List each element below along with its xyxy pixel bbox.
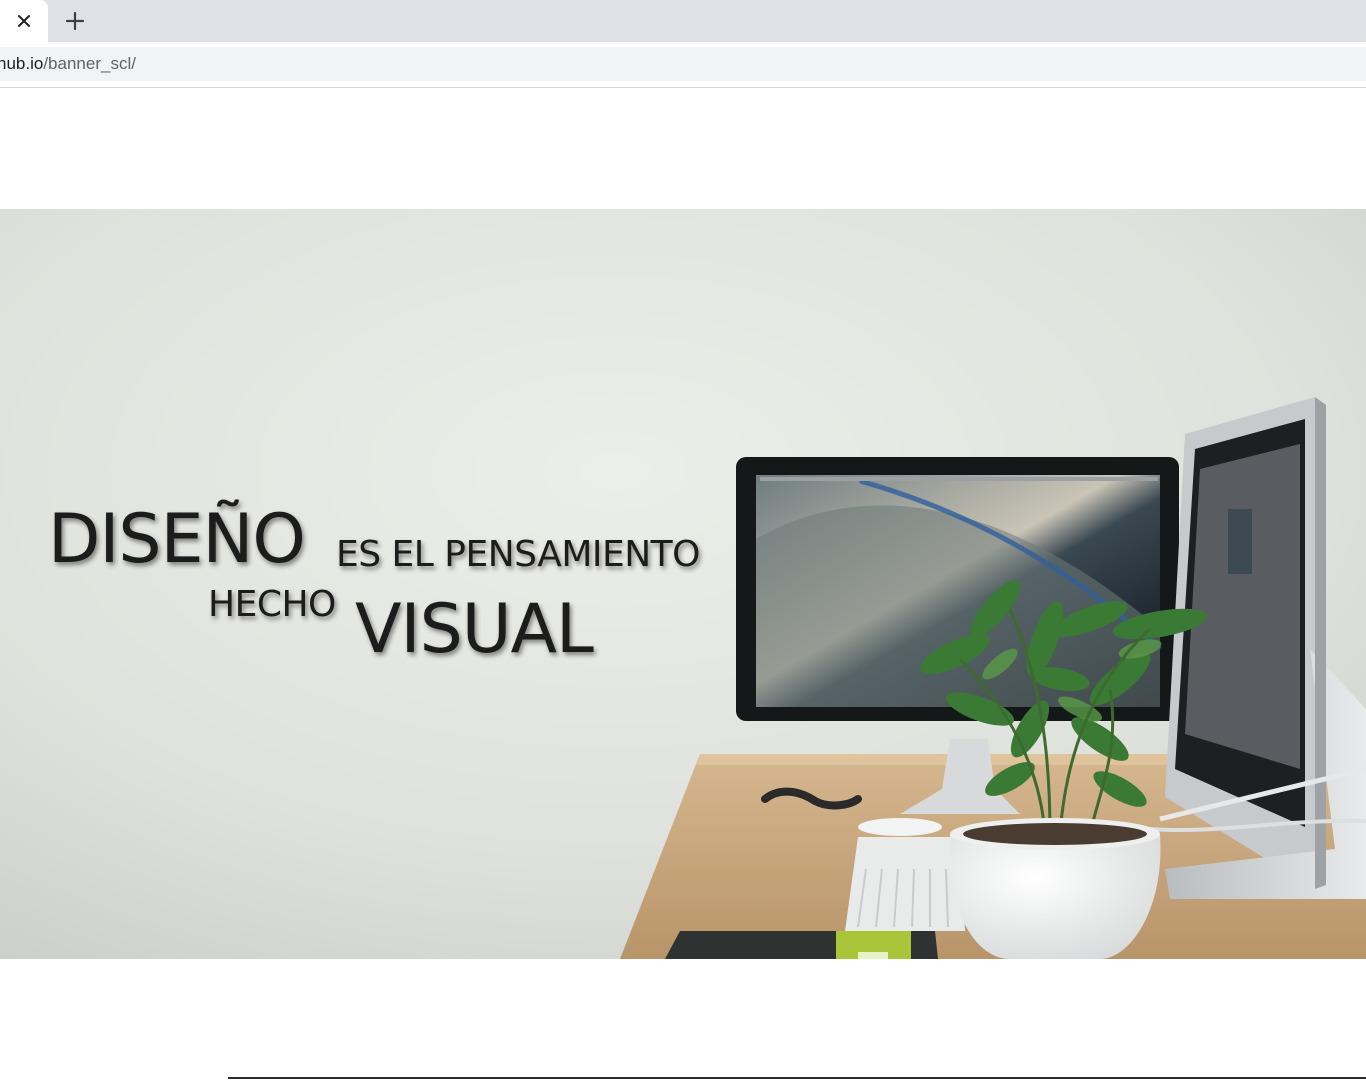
close-icon[interactable]	[14, 11, 34, 31]
headline-hecho: HECHO	[208, 584, 336, 625]
plus-icon[interactable]	[62, 8, 88, 34]
browser-toolbar: hub.io/banner_scl/	[0, 42, 1366, 88]
headline-es-el-pensamiento: ES EL PENSAMIENTO	[336, 534, 701, 575]
bottom-divider	[228, 1077, 1366, 1079]
headline-diseno: DISEÑO	[48, 500, 306, 579]
page-content: DISEÑO ES EL PENSAMIENTO HECHO VISUAL	[0, 89, 1366, 1080]
address-bar[interactable]: hub.io/banner_scl/	[0, 47, 1366, 81]
active-tab[interactable]	[0, 0, 48, 42]
banner-photo	[0, 209, 1366, 959]
headline-visual: VISUAL	[355, 590, 594, 669]
hero-banner: DISEÑO ES EL PENSAMIENTO HECHO VISUAL	[0, 209, 1366, 959]
url-host: hub.io	[0, 54, 44, 73]
tab-strip	[0, 0, 1366, 42]
url-path: /banner_scl/	[43, 54, 136, 73]
